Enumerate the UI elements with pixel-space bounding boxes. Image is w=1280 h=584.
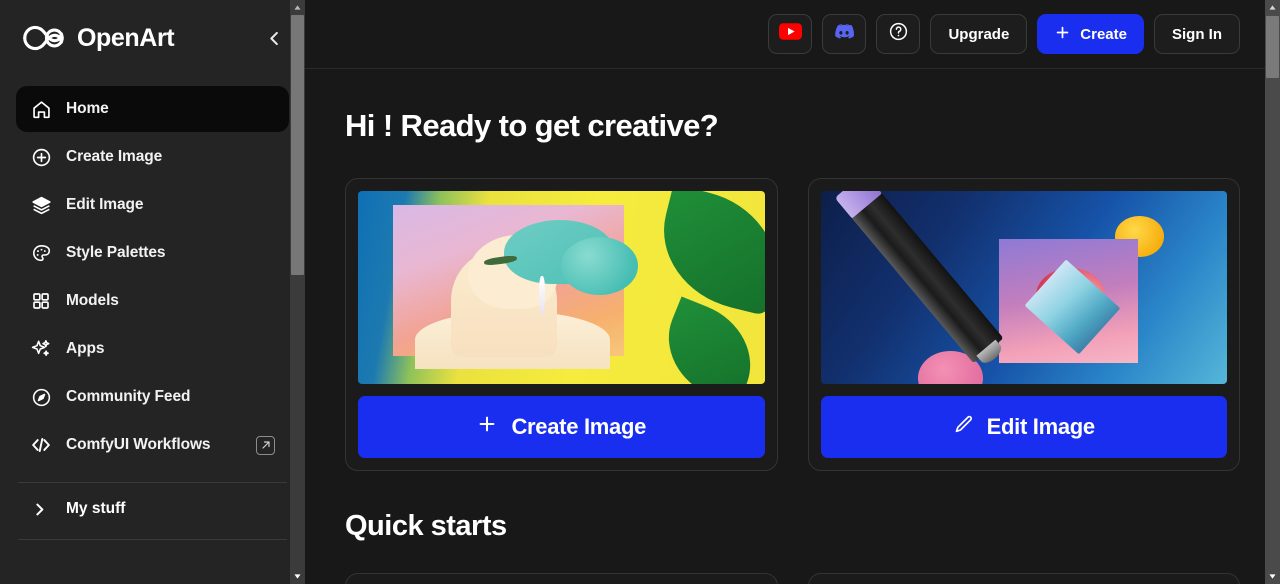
create-button-label: Create xyxy=(1080,25,1127,43)
chevron-left-icon[interactable] xyxy=(261,25,287,51)
discord-button[interactable] xyxy=(822,14,867,54)
sidebar-item-label: Models xyxy=(66,292,119,309)
upgrade-button[interactable]: Upgrade xyxy=(930,14,1028,54)
scroll-up-arrow-icon[interactable] xyxy=(290,0,305,15)
quick-starts-row xyxy=(345,573,1240,584)
scroll-down-arrow-icon[interactable] xyxy=(1265,569,1280,584)
create-image-cta[interactable]: Create Image xyxy=(358,396,765,458)
sidebar-item-my-stuff[interactable]: My stuff xyxy=(0,483,305,535)
external-link-icon xyxy=(256,435,275,455)
sparkles-icon xyxy=(30,338,52,360)
home-icon xyxy=(30,98,52,120)
sidebar-item-apps[interactable]: Apps xyxy=(16,326,289,372)
sidebar-item-edit-image[interactable]: Edit Image xyxy=(16,182,289,228)
quick-start-card[interactable] xyxy=(807,573,1240,584)
sidebar-scrollbar[interactable] xyxy=(290,0,305,584)
sidebar-divider-bottom xyxy=(18,539,287,540)
quick-starts-title: Quick starts xyxy=(345,510,507,542)
brand-logo[interactable]: OpenArt xyxy=(22,23,261,53)
discord-icon xyxy=(833,23,855,45)
scroll-up-arrow-icon[interactable] xyxy=(1265,0,1280,15)
sidebar-item-home[interactable]: Home xyxy=(16,86,289,132)
pen-and-shapes-illustration xyxy=(820,191,1227,384)
sidebar-item-label: Home xyxy=(66,100,109,117)
pencil-icon xyxy=(953,414,974,441)
code-brackets-icon xyxy=(30,434,52,456)
sidebar-scrollbar-thumb[interactable] xyxy=(291,15,304,275)
sidebar-item-label: Style Palettes xyxy=(66,244,166,261)
content-area: Hi ! Ready to get creative? Create Image… xyxy=(305,108,1280,584)
plus-circle-icon xyxy=(30,146,52,168)
youtube-icon xyxy=(778,23,802,45)
grid-icon xyxy=(30,290,52,312)
sidebar-item-label: My stuff xyxy=(66,500,126,517)
scroll-down-arrow-icon[interactable] xyxy=(290,569,305,584)
create-image-cta-label: Create Image xyxy=(511,414,647,439)
plus-icon xyxy=(476,413,498,441)
edit-image-cta-label: Edit Image xyxy=(986,414,1096,439)
plus-icon xyxy=(1054,24,1071,45)
sidebar-item-label: Community Feed xyxy=(66,388,191,405)
create-button[interactable]: Create xyxy=(1037,14,1144,54)
sidebar-item-label: ComfyUI Workflows xyxy=(66,436,211,453)
help-button[interactable] xyxy=(876,14,921,54)
signin-button[interactable]: Sign In xyxy=(1154,14,1240,54)
sidebar-item-label: Create Image xyxy=(66,148,163,165)
compass-icon xyxy=(30,386,52,408)
question-circle-icon xyxy=(888,21,909,47)
infinity-logo-icon xyxy=(22,23,66,53)
sidebar-item-label: Edit Image xyxy=(66,196,144,213)
sidebar: OpenArt Home Create Image Edit Image Sty… xyxy=(0,0,305,584)
layers-icon xyxy=(30,194,52,216)
page-title: Hi ! Ready to get creative? xyxy=(345,108,719,143)
action-cards: Create Image Edit Image xyxy=(345,178,1240,471)
sidebar-item-community-feed[interactable]: Community Feed xyxy=(16,374,289,420)
edit-image-cta[interactable]: Edit Image xyxy=(820,396,1227,458)
sidebar-item-models[interactable]: Models xyxy=(16,278,289,324)
edit-image-card[interactable]: Edit Image xyxy=(807,178,1240,471)
portrait-illustration xyxy=(358,191,765,384)
main-content: Upgrade Create Sign In Hi ! Ready to get… xyxy=(305,0,1280,584)
main-scrollbar[interactable] xyxy=(1265,0,1280,584)
quick-start-card[interactable] xyxy=(345,573,778,584)
brand-name: OpenArt xyxy=(77,23,175,52)
sidebar-item-style-palettes[interactable]: Style Palettes xyxy=(16,230,289,276)
create-image-card[interactable]: Create Image xyxy=(345,178,778,471)
app-root: OpenArt Home Create Image Edit Image Sty… xyxy=(0,0,1280,584)
sidebar-item-create-image[interactable]: Create Image xyxy=(16,134,289,180)
youtube-button[interactable] xyxy=(768,14,813,54)
chevron-right-icon xyxy=(28,498,50,520)
main-scrollbar-thumb[interactable] xyxy=(1266,16,1279,78)
sidebar-header: OpenArt xyxy=(0,0,305,76)
top-toolbar: Upgrade Create Sign In xyxy=(305,0,1280,69)
palette-icon xyxy=(30,242,52,264)
sidebar-item-label: Apps xyxy=(66,340,105,357)
sidebar-nav: Home Create Image Edit Image Style Palet… xyxy=(0,76,305,468)
sidebar-item-comfyui-workflows[interactable]: ComfyUI Workflows xyxy=(16,422,289,468)
